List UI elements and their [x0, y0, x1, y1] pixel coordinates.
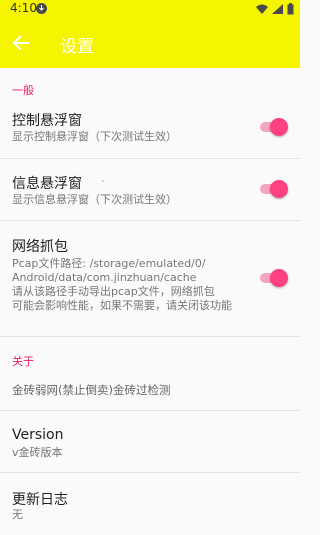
- divider: [0, 220, 300, 221]
- pref-summary: v金砖版本: [12, 446, 63, 459]
- pref-summary: 显示信息悬浮窗（下次测试生效）: [12, 193, 177, 206]
- status-icons: [256, 3, 294, 15]
- pref-title: 控制悬浮窗: [12, 113, 82, 129]
- pref-summary-line: Android/data/com.jinzhuan/cache: [12, 271, 197, 284]
- divider: [0, 410, 300, 411]
- status-time: 4:10: [10, 1, 37, 15]
- cursor-mark: ˊ: [100, 180, 105, 191]
- status-bar: 4:10: [0, 0, 300, 18]
- download-icon: [36, 3, 47, 14]
- arrow-back-icon: [12, 35, 29, 51]
- pref-summary-line: 请从该路径手动导出pcap文件，网络抓包: [12, 285, 215, 298]
- switch-thumb: [270, 269, 288, 287]
- pref-title: 信息悬浮窗: [12, 176, 82, 192]
- divider: [0, 158, 300, 159]
- page-title: 设置: [60, 37, 94, 57]
- floating-window-switch[interactable]: [258, 118, 288, 136]
- pref-title: 网络抓包: [12, 239, 68, 255]
- pref-summary: 无: [12, 508, 23, 521]
- wifi-icon: [256, 4, 268, 14]
- section-header-general: 一般: [12, 84, 34, 97]
- switch-thumb: [270, 180, 288, 198]
- section-header-about: 关于: [12, 355, 34, 368]
- battery-icon: [287, 3, 294, 15]
- divider: [0, 472, 300, 473]
- app-description: 金砖弱网(禁止倒卖)金砖过检测: [12, 383, 171, 397]
- app-bar: 设置: [0, 18, 300, 68]
- pref-summary: 显示控制悬浮窗（下次测试生效）: [12, 130, 177, 143]
- signal-icon: [272, 4, 283, 14]
- pref-summary-line: 可能会影响性能，如果不需要，请关闭该功能: [12, 299, 232, 312]
- back-button[interactable]: [10, 33, 32, 53]
- packet-capture-switch[interactable]: [258, 269, 288, 287]
- divider: [0, 336, 300, 337]
- pref-title: Version: [12, 427, 64, 443]
- switch-thumb: [270, 118, 288, 136]
- pref-summary-line: Pcap文件路径: /storage/emulated/0/: [12, 257, 206, 270]
- pref-title: 更新日志: [12, 492, 68, 508]
- info-window-switch[interactable]: [258, 180, 288, 198]
